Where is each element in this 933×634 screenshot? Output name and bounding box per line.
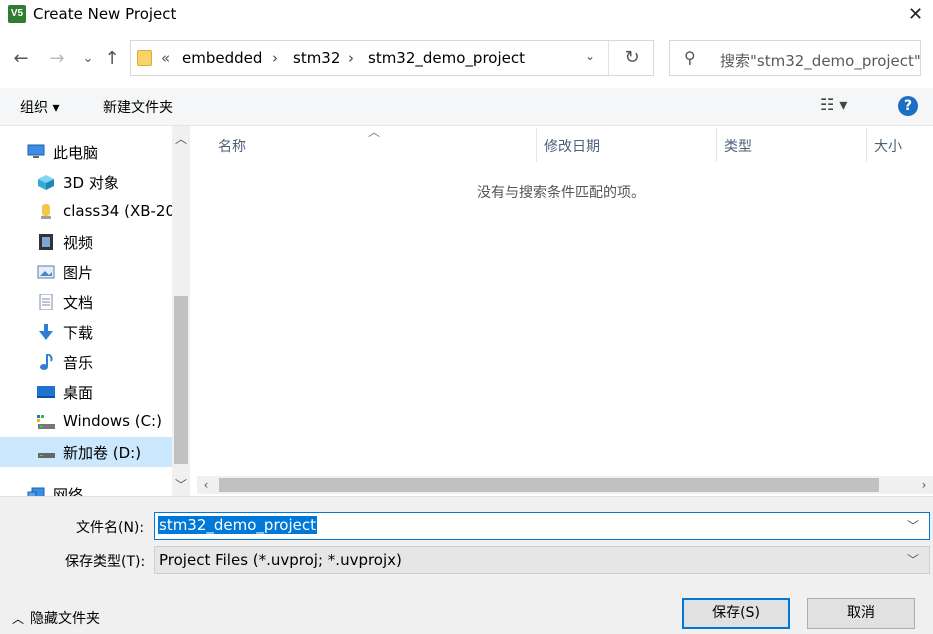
address-dropdown[interactable]: ⌄ — [579, 49, 601, 63]
filename-label: 文件名(N): — [76, 520, 145, 536]
recent-locations-button[interactable]: ⌄ — [76, 46, 100, 72]
window-title: Create New Project — [33, 5, 177, 23]
sidebar-item-label: 图片 — [63, 264, 94, 282]
sidebar-item-user-folder[interactable]: class34 (XB-20 — [0, 197, 176, 227]
toolbar: 组织 ▾ 新建文件夹 ☷ ▾ ? — [0, 88, 933, 126]
sidebar-item-label: 网络 — [53, 486, 84, 496]
breadcrumb-stm32[interactable]: stm32 — [293, 49, 340, 67]
cube-icon — [38, 175, 54, 190]
sidebar-item-drive-d[interactable]: 新加卷 (D:) — [0, 437, 172, 467]
column-divider[interactable] — [536, 128, 537, 162]
scroll-down-icon[interactable]: ﹀ — [172, 476, 190, 493]
folder-icon — [137, 50, 152, 66]
close-icon: ✕ — [907, 4, 924, 25]
chevron-up-icon: ︿ — [12, 612, 25, 626]
filetype-label: 保存类型(T): — [65, 554, 146, 570]
sidebar-item-label: 桌面 — [63, 384, 94, 402]
refresh-button[interactable]: ↻ — [608, 41, 655, 75]
sidebar-item-drive-c[interactable]: Windows (C:) — [0, 407, 172, 437]
filename-input[interactable]: stm32_demo_project — [158, 516, 317, 534]
address-bar[interactable]: « embedded › stm32 › stm32_demo_project … — [130, 40, 654, 76]
up-button[interactable]: ↑ — [100, 46, 124, 72]
download-icon — [39, 324, 53, 340]
column-divider[interactable] — [866, 128, 867, 162]
sidebar-item-desktop[interactable]: 桌面 — [0, 377, 172, 407]
sidebar-item-pictures[interactable]: 图片 — [0, 257, 172, 287]
forward-arrow-icon: → — [49, 48, 65, 69]
desktop-icon — [37, 386, 55, 398]
computer-icon — [27, 144, 45, 158]
picture-icon — [37, 265, 55, 279]
forward-button[interactable]: → — [45, 46, 69, 72]
organize-menu[interactable]: 组织 ▾ — [20, 97, 59, 117]
chevron-down-icon[interactable]: ﹀ — [907, 517, 919, 534]
close-button[interactable]: ✕ — [898, 0, 933, 32]
sidebar-item-label: Windows (C:) — [63, 412, 162, 430]
breadcrumb-overflow[interactable]: « — [161, 49, 170, 67]
document-icon — [39, 294, 53, 310]
navigation-pane: 此电脑 3D 对象 class34 (XB-20 视频 图片 文档 下载 音乐 … — [0, 126, 190, 496]
horizontal-scroll-thumb[interactable] — [219, 478, 879, 492]
filetype-select[interactable]: Project Files (*.uvproj; *.uvprojx) ﹀ — [154, 546, 930, 574]
sidebar-item-label: 视频 — [63, 234, 94, 252]
sidebar-item-documents[interactable]: 文档 — [0, 287, 172, 317]
sidebar-item-downloads[interactable]: 下载 — [0, 317, 172, 347]
drive-icon — [37, 415, 55, 429]
refresh-icon: ↻ — [624, 47, 640, 68]
search-icon: ⚲ — [684, 48, 696, 67]
sidebar-item-videos[interactable]: 视频 — [0, 227, 172, 257]
sidebar-item-label: 新加卷 (D:) — [63, 444, 142, 462]
sort-ascending-icon: ︿ — [368, 125, 381, 139]
column-header-modified[interactable]: 修改日期 — [544, 136, 600, 156]
sidebar-item-label: class34 (XB-20 — [63, 202, 176, 220]
sidebar-item-this-pc[interactable]: 此电脑 — [0, 137, 172, 167]
network-icon — [27, 487, 45, 496]
sidebar-item-label: 下载 — [63, 324, 94, 342]
breadcrumb-current[interactable]: stm32_demo_project — [368, 49, 525, 67]
view-options-button[interactable]: ☷ ▾ — [820, 95, 847, 114]
hide-folders-toggle[interactable]: ︿ 隐藏文件夹 — [12, 608, 100, 628]
column-header-name[interactable]: 名称 — [218, 136, 246, 156]
scroll-right-icon[interactable]: › — [915, 476, 933, 494]
scroll-left-icon[interactable]: ‹ — [197, 476, 215, 494]
chevron-down-icon: ⌄ — [584, 49, 596, 63]
sidebar-item-music[interactable]: 音乐 — [0, 347, 172, 377]
search-box[interactable]: ⚲ 搜索"stm32_demo_project" — [669, 40, 921, 76]
user-folder-icon — [41, 204, 51, 219]
breadcrumb-separator[interactable]: › — [348, 49, 354, 67]
sidebar-item-label: 音乐 — [63, 354, 94, 372]
horizontal-scrollbar[interactable]: ‹ › — [197, 476, 933, 494]
video-icon — [39, 234, 53, 250]
breadcrumb-separator[interactable]: › — [272, 49, 278, 67]
empty-list-message: 没有与搜索条件匹配的项。 — [477, 185, 645, 201]
sidebar-item-label: 3D 对象 — [63, 174, 119, 192]
chevron-down-icon[interactable]: ﹀ — [907, 551, 919, 568]
sidebar-item-network[interactable]: 网络 — [0, 479, 172, 496]
up-arrow-icon: ↑ — [104, 48, 120, 69]
column-header-size[interactable]: 大小 — [874, 136, 902, 156]
back-arrow-icon: ← — [13, 48, 29, 69]
sidebar-item-label: 文档 — [63, 294, 94, 312]
filename-field[interactable]: stm32_demo_project ﹀ — [154, 512, 930, 540]
breadcrumb-embedded[interactable]: embedded — [182, 49, 262, 67]
column-divider[interactable] — [716, 128, 717, 162]
hide-folders-label: 隐藏文件夹 — [30, 611, 101, 627]
drive-icon — [38, 453, 55, 458]
column-header-type[interactable]: 类型 — [724, 136, 752, 156]
back-button[interactable]: ← — [9, 46, 33, 72]
title-bar: V5 Create New Project ✕ — [0, 0, 933, 32]
save-button[interactable]: 保存(S) — [682, 598, 790, 629]
cancel-button[interactable]: 取消 — [807, 598, 915, 629]
app-icon: V5 — [8, 5, 26, 23]
new-folder-button[interactable]: 新建文件夹 — [103, 97, 173, 117]
scroll-up-icon[interactable]: ︿ — [172, 130, 190, 147]
sidebar-item-3d-objects[interactable]: 3D 对象 — [0, 167, 172, 197]
sidebar-item-label: 此电脑 — [53, 144, 99, 162]
sidebar-scroll-thumb[interactable] — [174, 296, 188, 464]
chevron-down-icon: ⌄ — [82, 51, 94, 66]
music-icon — [40, 354, 53, 370]
help-button[interactable]: ? — [898, 96, 918, 116]
filetype-selected-value: Project Files (*.uvproj; *.uvprojx) — [159, 551, 402, 569]
search-input[interactable]: 搜索"stm32_demo_project" — [720, 50, 921, 71]
